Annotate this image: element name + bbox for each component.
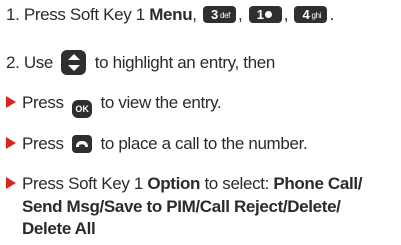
bullet-options: Press Soft Key 1 Option to select: Phone… — [6, 173, 362, 194]
bullet-text: to view the entry. — [100, 93, 222, 112]
navigation-key-icon — [61, 50, 87, 75]
key-4-ghi-icon: 4 ghi — [294, 6, 328, 23]
key-1-voicemail-icon: 1 — [248, 6, 282, 23]
bullet-place-call: Press to place a call to the number. — [6, 133, 308, 154]
step-number: 2. — [6, 53, 20, 72]
option-label: Option — [147, 174, 201, 193]
options-list-line-2: Send Msg/Save to PIM/Call Reject/Delete/ — [22, 197, 341, 216]
step-2: 2. Use to highlight an entry, then — [6, 50, 275, 75]
step-text: Press Soft Key 1 — [23, 5, 145, 24]
step-text: to highlight an entry, then — [94, 53, 276, 72]
menu-label: Menu — [149, 5, 193, 24]
ok-key-icon: OK — [72, 100, 93, 118]
bullet-arrow-icon — [6, 96, 16, 108]
send-key-icon — [72, 135, 93, 153]
step-number: 1. — [6, 5, 20, 24]
bullet-text: Press — [22, 134, 64, 153]
options-list: Phone Call/ — [273, 174, 363, 193]
instruction-list: 1. Press Soft Key 1 Menu, 3 def, 1, 4 ghi.… — [0, 0, 401, 245]
bullet-text: Press Soft Key 1 — [22, 174, 144, 193]
bullet-text: to place a call to the number. — [100, 134, 308, 153]
bullet-view-entry: Press OK to view the entry. — [6, 92, 222, 118]
bullet-arrow-icon — [6, 137, 16, 149]
bullet-text: to select: — [204, 174, 269, 193]
key-3-def-icon: 3 def — [202, 6, 236, 23]
options-list-line-3: Delete All — [22, 219, 96, 238]
bullet-text: Press — [22, 93, 64, 112]
step-1: 1. Press Soft Key 1 Menu, 3 def, 1, 4 ghi. — [6, 5, 334, 24]
bullet-arrow-icon — [6, 177, 16, 189]
step-text: Use — [23, 53, 54, 72]
